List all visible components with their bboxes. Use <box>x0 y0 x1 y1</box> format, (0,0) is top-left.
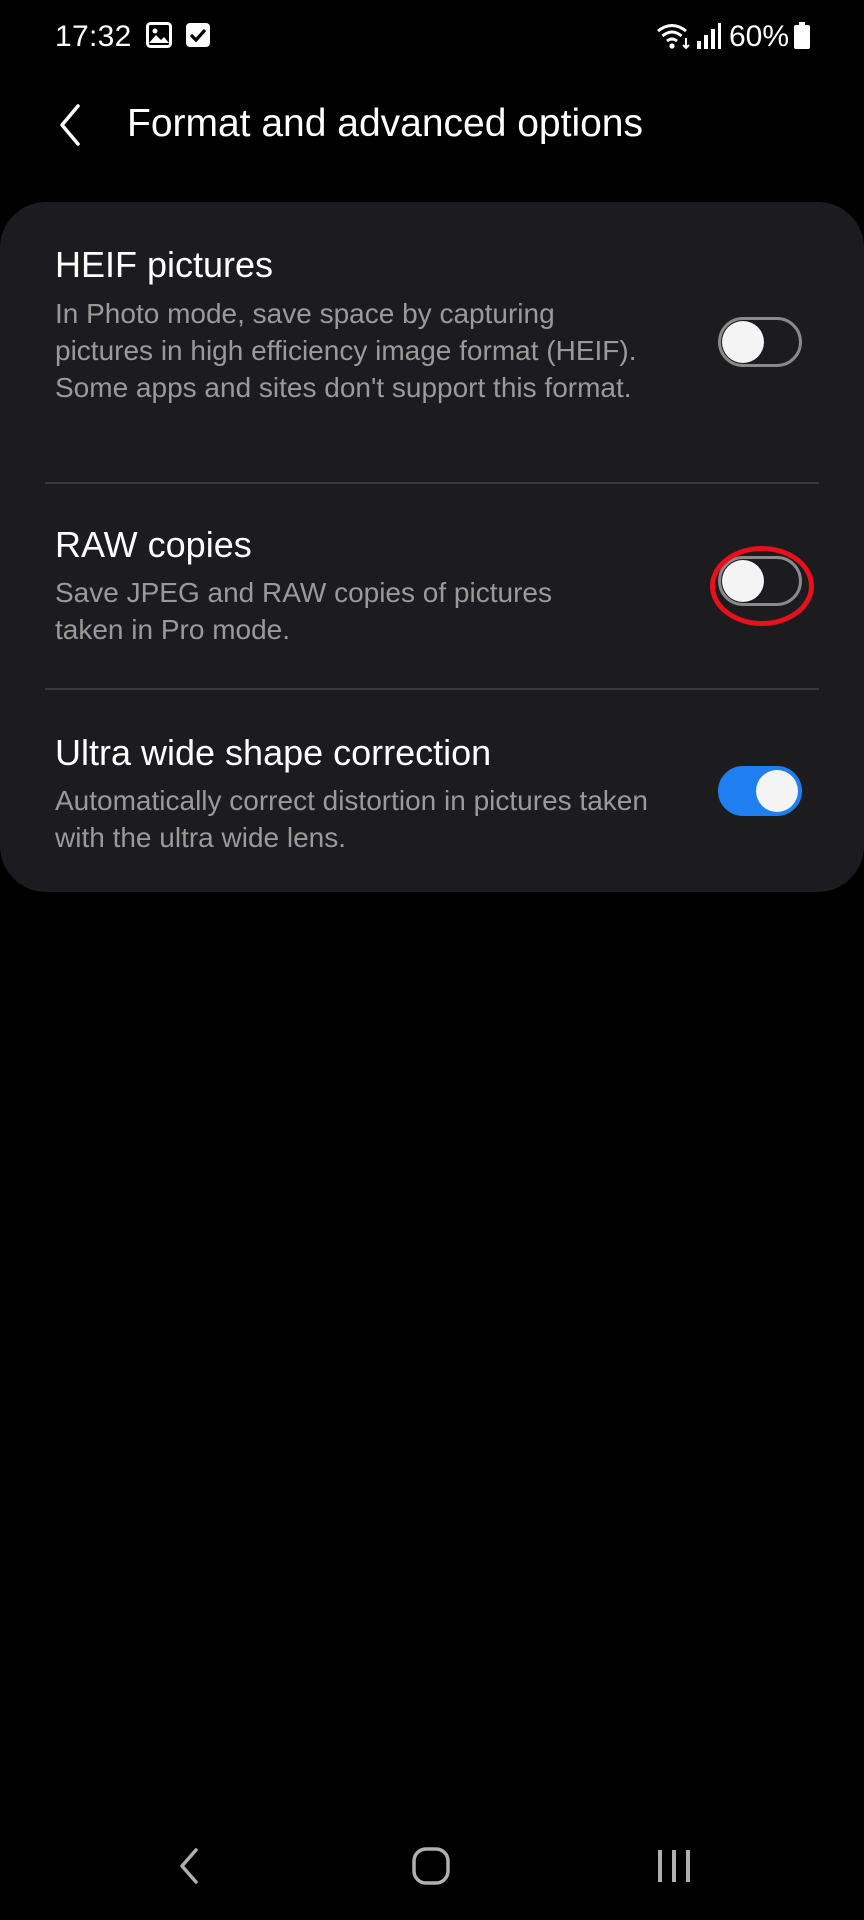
ultra-wide-toggle[interactable] <box>718 766 802 816</box>
settings-card: HEIF pictures In Photo mode, save space … <box>0 202 864 892</box>
recents-nav-icon[interactable] <box>654 1848 694 1889</box>
home-nav-icon[interactable] <box>410 1846 452 1891</box>
setting-description: In Photo mode, save space by capturing p… <box>55 298 637 403</box>
wifi-icon <box>656 22 692 55</box>
signal-icon <box>696 22 722 55</box>
header: Format and advanced options <box>0 88 864 158</box>
setting-description: Save JPEG and RAW copies of pictures tak… <box>55 577 552 645</box>
setting-heif-pictures[interactable]: HEIF pictures In Photo mode, save space … <box>0 202 864 482</box>
back-button[interactable] <box>50 100 94 150</box>
setting-title: RAW copies <box>55 524 252 565</box>
setting-description: Automatically correct distortion in pict… <box>55 785 648 853</box>
page-title: Format and advanced options <box>127 102 643 145</box>
setting-title: HEIF pictures <box>55 244 274 285</box>
raw-copies-toggle[interactable] <box>718 556 802 606</box>
setting-ultra-wide-correction[interactable]: Ultra wide shape correction Automaticall… <box>0 690 864 892</box>
setting-title: Ultra wide shape correction <box>55 732 492 773</box>
screen: 17:32 60% Format and advanced options HE… <box>0 0 864 1920</box>
status-bar: 17:32 60% <box>0 0 864 74</box>
battery-icon <box>793 22 811 55</box>
toggle-thumb <box>756 770 798 812</box>
checkbox-icon <box>185 22 211 53</box>
status-time: 17:32 <box>55 20 132 53</box>
chevron-left-icon <box>50 104 94 154</box>
toggle-thumb <box>722 560 764 602</box>
heif-toggle[interactable] <box>718 317 802 367</box>
setting-raw-copies[interactable]: RAW copies Save JPEG and RAW copies of p… <box>0 484 864 688</box>
back-nav-icon[interactable] <box>172 1846 206 1891</box>
battery-percent: 60% <box>729 20 790 53</box>
navigation-bar <box>0 1830 864 1920</box>
toggle-thumb <box>722 321 764 363</box>
gallery-icon <box>146 22 172 53</box>
